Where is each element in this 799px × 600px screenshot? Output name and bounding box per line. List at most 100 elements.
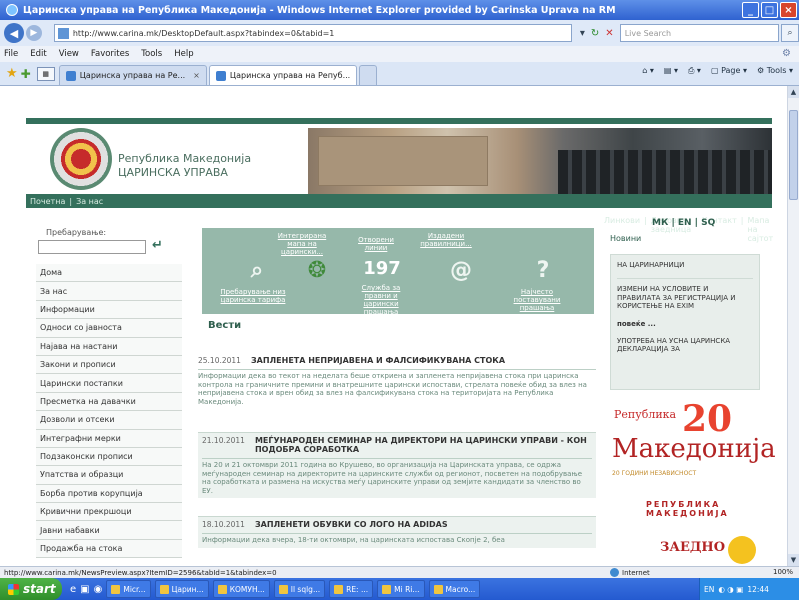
language-switcher[interactable]: МК | EN | SQ <box>652 218 715 228</box>
left-menu-item[interactable]: Односи со јавноста <box>36 319 182 338</box>
anniversary-banner[interactable]: Република 20 Македонија 20 ГОДИНИ НЕЗАВИ… <box>612 398 776 488</box>
left-menu-item[interactable]: Подзаконски прописи <box>36 447 182 467</box>
customs-logo[interactable] <box>50 128 112 190</box>
left-menu-item[interactable]: Продажба на стока <box>36 539 182 559</box>
site-search-input[interactable] <box>38 240 146 254</box>
home-icon[interactable]: ⌂ ▾ <box>642 66 654 76</box>
news-item: 21.10.2011 МЕЃУНАРОДЕН СЕМИНАР НА ДИРЕКТ… <box>198 432 596 499</box>
ie-launch-icon[interactable]: e <box>70 584 76 595</box>
close-button[interactable]: × <box>780 2 797 18</box>
news-date: 21.10.2011 <box>202 436 245 445</box>
address-field[interactable]: http://www.carina.mk/DesktopDefault.aspx… <box>53 24 572 42</box>
refresh-icon[interactable]: ↻ <box>591 28 599 39</box>
new-tab-button[interactable] <box>359 65 378 85</box>
left-menu-item[interactable]: Царински постапки <box>36 374 182 393</box>
clock[interactable]: 12:44 <box>747 585 769 594</box>
feeds-icon[interactable]: ▤ ▾ <box>664 66 678 76</box>
taskbar-item[interactable]: Micr... <box>106 580 151 598</box>
left-menu-item[interactable]: Закони и прописи <box>36 355 182 375</box>
tab-carina-1[interactable]: Царинска управа на Ре... × <box>58 65 207 85</box>
stop-icon[interactable]: ✕ <box>605 28 613 39</box>
app-icon <box>433 584 443 594</box>
scroll-down-icon[interactable]: ▼ <box>788 554 799 566</box>
zoom-level[interactable]: 100% <box>773 568 793 576</box>
minimize-button[interactable]: _ <box>742 2 759 18</box>
forward-button[interactable]: ▶ <box>25 25 42 41</box>
taskbar-item[interactable]: Macro... <box>428 580 481 598</box>
tools-menu[interactable]: ⚙ Tools ▾ <box>757 66 793 76</box>
taskbar-item[interactable]: КОМУН... <box>212 580 270 598</box>
quick-tabs-icon[interactable]: ▦ <box>36 67 55 81</box>
tab-carina-2[interactable]: Царинска управа на Репуб... <box>208 65 358 85</box>
taskbar-item[interactable]: RE: ... <box>329 580 374 598</box>
menu-favorites[interactable]: Favorites <box>91 49 129 59</box>
menu-file[interactable]: File <box>4 49 18 59</box>
menu-help[interactable]: Help <box>174 49 193 59</box>
left-menu-item[interactable]: Информации <box>36 300 182 320</box>
quick-link-regulations[interactable]: Издадени правилници... <box>416 232 476 248</box>
coins-icon[interactable]: ❂ <box>302 258 332 283</box>
app-icon <box>159 584 169 594</box>
news-title[interactable]: МЕЃУНАРОДЕН СЕМИНАР НА ДИРЕКТОРИ НА ЦАРИ… <box>255 436 592 454</box>
menu-tools[interactable]: Tools <box>141 49 162 59</box>
taskbar-item[interactable]: Mi Ri... <box>377 580 425 598</box>
favorites-star-icon[interactable]: ★ <box>6 66 18 81</box>
taskbar-item[interactable]: Царин... <box>154 580 209 598</box>
scroll-up-icon[interactable]: ▲ <box>788 86 799 98</box>
menu-view[interactable]: View <box>59 49 79 59</box>
language-indicator[interactable]: EN <box>704 585 714 594</box>
left-menu-item[interactable]: Дозволи и отсеки <box>36 411 182 430</box>
left-menu-item[interactable]: Упатства и образци <box>36 466 182 485</box>
tray-icons[interactable]: ◐ ◑ ▣ <box>718 585 743 594</box>
news-item: 18.10.2011 ЗАПЛЕНЕТИ ОБУВКИ СО ЛОГО НА A… <box>198 516 596 548</box>
add-favorite-icon[interactable]: ✚ <box>21 67 31 81</box>
announcement-item[interactable]: ИЗМЕНИ НА УСЛОВИТЕ И ПРАВИЛАТА ЗА РЕГИСТ… <box>617 285 753 310</box>
maximize-button[interactable]: □ <box>761 2 778 18</box>
news-date: 18.10.2011 <box>202 520 245 529</box>
page-menu[interactable]: ▢ Page ▾ <box>711 66 747 76</box>
tariff-197-icon[interactable]: 197 <box>362 258 402 279</box>
announcement-item[interactable]: УПОТРЕБА НА УСНА ЦАРИНСКА ДЕКЛАРАЦИЈА ЗА <box>617 337 753 354</box>
quick-link-faq[interactable]: Најчесто поставувани прашања <box>502 288 572 312</box>
media-launch-icon[interactable]: ◉ <box>94 584 103 595</box>
news-title[interactable]: ЗАПЛЕНЕТИ ОБУВКИ СО ЛОГО НА ADIDAS <box>255 520 448 529</box>
taskbar-item-label: КОМУН... <box>229 584 265 594</box>
left-menu-item[interactable]: Дома <box>36 264 182 283</box>
folder-launch-icon[interactable]: ▣ <box>80 584 89 595</box>
quick-link-legal-service[interactable]: Служба за правни и царински прашања <box>350 284 412 316</box>
start-button[interactable]: start <box>0 578 62 600</box>
taskbar-item[interactable]: Il sqlg... <box>273 580 326 598</box>
more-link[interactable]: повеќе ... <box>617 320 753 328</box>
left-menu-item[interactable]: Кривични прекршоци <box>36 503 182 522</box>
left-menu: Дома За нас Информации Односи со јавност… <box>36 264 182 559</box>
search-magnifier-icon[interactable]: ⌕ <box>242 258 272 283</box>
quick-link-open-lines[interactable]: Отворени линии <box>354 236 398 252</box>
close-tab-icon[interactable]: × <box>193 71 200 80</box>
gear-icon[interactable]: ⚙ <box>782 48 791 59</box>
scroll-thumb[interactable] <box>789 110 798 200</box>
news-title[interactable]: ЗАПЛЕНЕТА НЕПРИЈАВЕНА И ФАЛСИФИКУВАНА СТ… <box>251 356 505 365</box>
left-menu-item[interactable]: Пресметка на давачки <box>36 392 182 412</box>
left-menu-item[interactable]: Јавни набавки <box>36 521 182 540</box>
left-menu-item[interactable]: За нас <box>36 282 182 301</box>
back-button[interactable]: ◀ <box>4 23 24 43</box>
quick-link-tariff-search[interactable]: Пребарување низ царинска тарифа <box>214 288 292 304</box>
nav-about-link[interactable]: За нас <box>76 197 103 206</box>
together-seal[interactable]: РЕПУБЛИКА МАКЕДОНИЈА ЗАЕДНО <box>616 492 766 566</box>
print-icon[interactable]: ⎙ ▾ <box>688 66 701 76</box>
announcement-item[interactable]: НА ЦАРИНАРНИЦИ <box>617 261 753 269</box>
search-input[interactable]: Live Search <box>619 24 780 42</box>
dropdown-arrow-icon[interactable]: ▾ <box>580 28 585 39</box>
left-menu-item[interactable]: Најава на настани <box>36 337 182 356</box>
vertical-scrollbar[interactable]: ▲ ▼ <box>787 86 799 566</box>
menu-edit[interactable]: Edit <box>30 49 46 59</box>
site-search-button[interactable]: ↵ <box>152 238 166 254</box>
nav-home-link[interactable]: Почетна <box>30 197 65 206</box>
left-menu-item[interactable]: Интеграфни мерки <box>36 429 182 448</box>
question-icon[interactable]: ? <box>528 258 558 283</box>
left-menu-item[interactable]: Борба против корупција <box>36 484 182 504</box>
site-container: Република Македонија ЦАРИНСКА УПРАВА Поч… <box>26 118 776 564</box>
search-icon[interactable]: ⌕ <box>781 24 799 42</box>
quick-link-integrated-map[interactable]: Интегрирана мапа на царински... <box>272 232 332 256</box>
email-at-icon[interactable]: @ <box>446 258 476 283</box>
